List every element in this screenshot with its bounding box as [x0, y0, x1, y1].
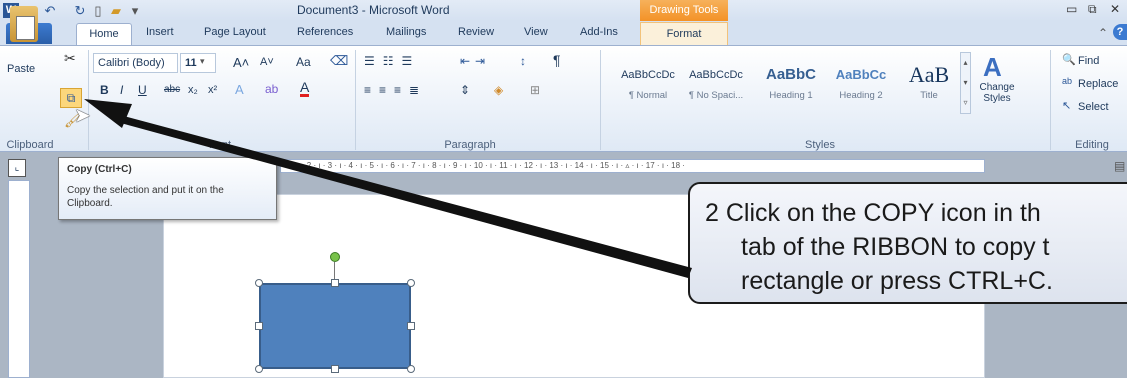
arrow-shaft [117, 115, 692, 278]
mouse-cursor-icon: ➤ [74, 105, 91, 127]
pointer-arrow [84, 99, 692, 278]
